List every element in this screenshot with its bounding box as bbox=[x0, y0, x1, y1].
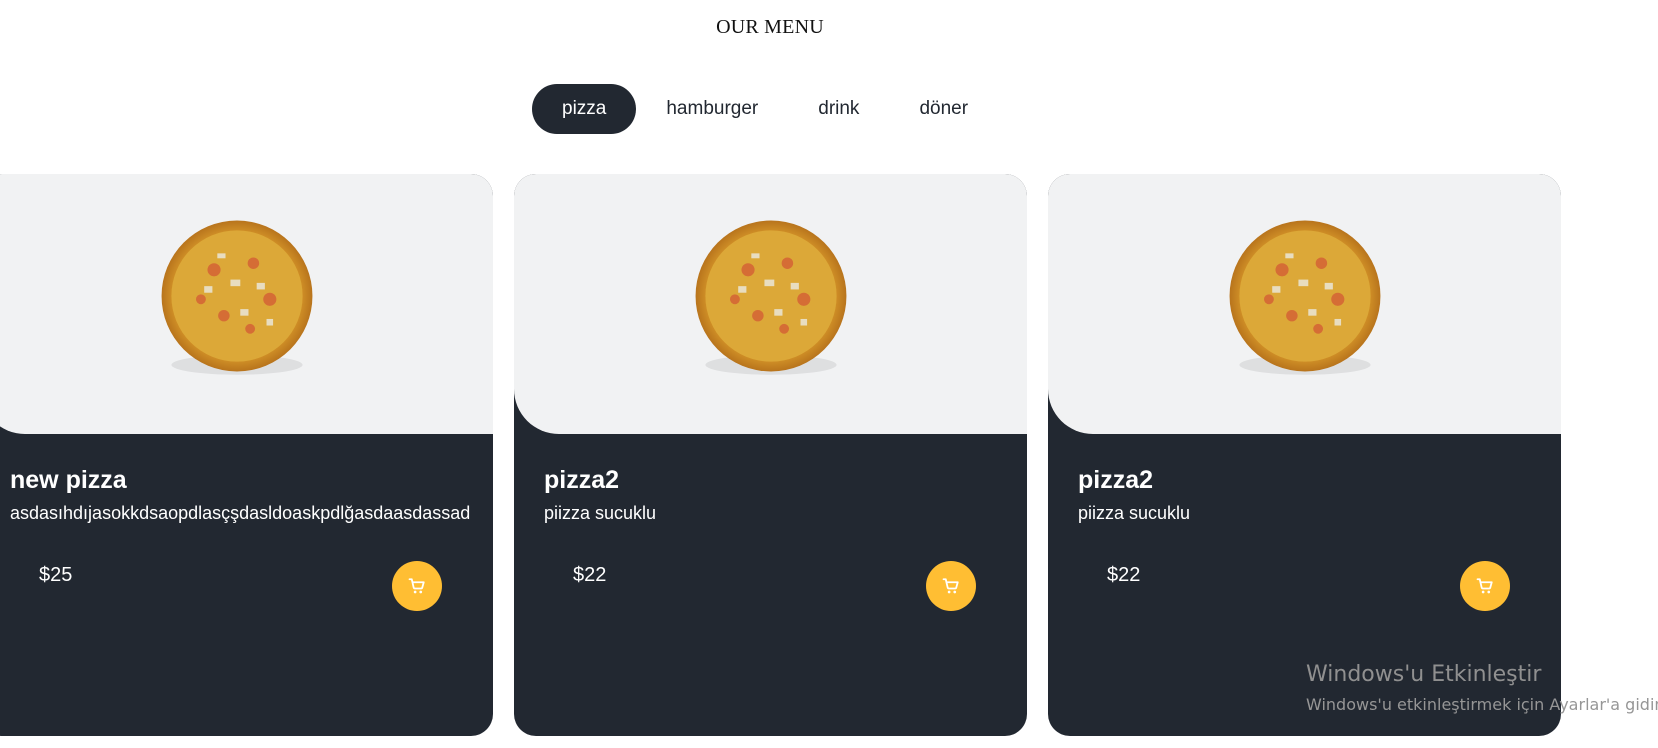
product-card: pizza2 piizza sucuklu $22 bbox=[514, 174, 1027, 736]
add-to-cart-button[interactable] bbox=[926, 561, 976, 611]
product-image-box bbox=[0, 174, 493, 434]
cart-icon bbox=[942, 578, 959, 594]
product-card: new pizza asdasıhdıjasokkdsaopdlasçşdasl… bbox=[0, 174, 493, 736]
product-description: piizza sucuklu bbox=[544, 503, 657, 523]
pizza-image bbox=[161, 220, 312, 375]
pizza-image bbox=[1229, 220, 1380, 375]
pizza-image bbox=[695, 220, 846, 375]
product-description: piizza sucuklu bbox=[1078, 503, 1191, 523]
watermark-title: Windows'u Etkinleştir bbox=[1306, 662, 1542, 687]
product-name: pizza2 bbox=[544, 466, 620, 494]
product-card: pizza2 piizza sucuklu $22 bbox=[1048, 174, 1561, 736]
tab-doner[interactable]: döner bbox=[889, 84, 998, 134]
category-tabs: pizza hamburger drink döner bbox=[532, 84, 998, 134]
watermark-subtitle: Windows'u etkinleştirmek için Ayarlar'a … bbox=[1306, 695, 1658, 714]
windows-activation-watermark: Windows'u Etkinleştir Windows'u etkinleş… bbox=[1306, 662, 1658, 714]
product-price: $22 bbox=[1107, 564, 1141, 586]
product-name: pizza2 bbox=[1078, 466, 1154, 494]
add-to-cart-button[interactable] bbox=[392, 561, 442, 611]
add-to-cart-button[interactable] bbox=[1460, 561, 1510, 611]
cart-icon bbox=[1476, 578, 1493, 594]
product-image-box bbox=[1048, 174, 1561, 434]
page-title: OUR MENU bbox=[716, 16, 824, 38]
product-name: new pizza bbox=[10, 466, 127, 494]
product-image-box bbox=[514, 174, 1027, 434]
product-price: $22 bbox=[573, 564, 607, 586]
tab-hamburger[interactable]: hamburger bbox=[636, 84, 788, 134]
cart-icon bbox=[408, 578, 425, 594]
tab-drink[interactable]: drink bbox=[788, 84, 889, 134]
tab-pizza[interactable]: pizza bbox=[532, 84, 637, 134]
product-description: asdasıhdıjasokkdsaopdlasçşdasldoaskpdlğa… bbox=[10, 503, 471, 523]
product-price: $25 bbox=[39, 564, 73, 586]
